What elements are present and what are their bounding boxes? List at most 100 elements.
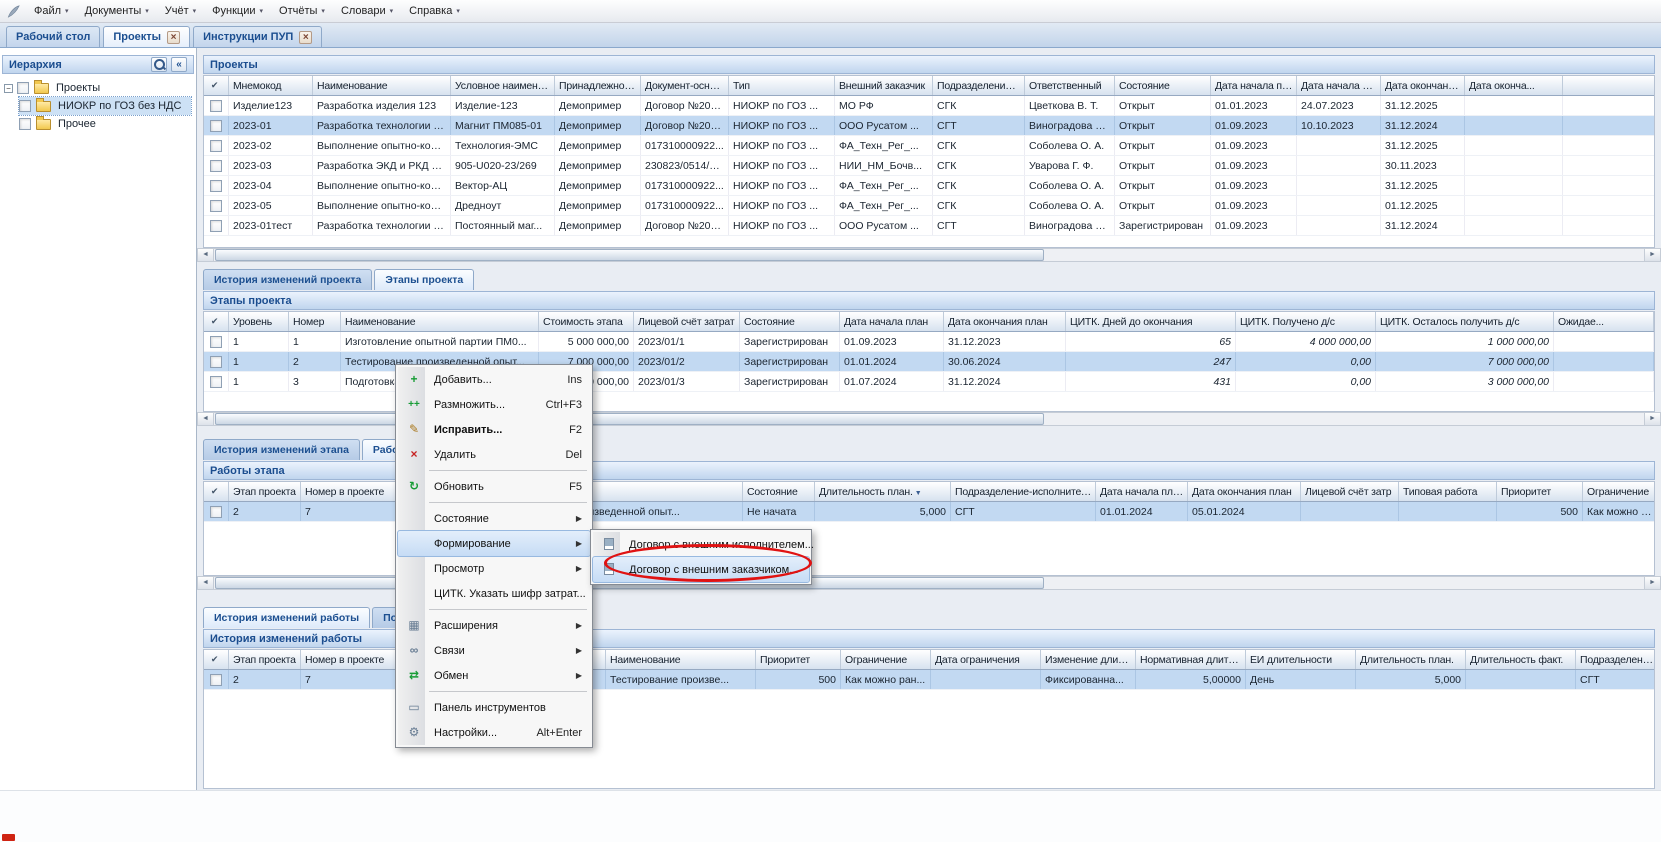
column-header[interactable]: Принадлежность — [555, 76, 641, 95]
table-row[interactable]: 2023-05Выполнение опытно-конс...Дредноут… — [204, 196, 1654, 216]
scrollbar-track[interactable] — [214, 249, 1644, 261]
column-header[interactable]: Уровень — [229, 312, 289, 331]
column-header[interactable]: Дата ограничения — [931, 650, 1041, 669]
menu-item[interactable]: ЦИТК. Указать шифр затрат... — [398, 581, 590, 606]
menubar-item[interactable]: Учёт▾ — [157, 2, 204, 20]
column-header[interactable]: Подразделение-исполнитель. — [951, 482, 1096, 501]
menubar-item[interactable]: Файл▾ — [26, 2, 77, 20]
table-row[interactable]: 2023-03Разработка ЭКД и РКД н...905-U020… — [204, 156, 1654, 176]
column-header[interactable]: Дата окончания план — [1188, 482, 1301, 501]
tree-checkbox[interactable] — [17, 82, 29, 94]
scrollbar-thumb[interactable] — [215, 249, 1044, 261]
row-checkbox[interactable] — [210, 100, 222, 112]
column-header[interactable]: Ограничение — [841, 650, 931, 669]
row-checkbox[interactable] — [210, 356, 222, 368]
column-header[interactable]: Длительность план. — [1356, 650, 1466, 669]
column-header[interactable]: Ожидае... — [1554, 312, 1654, 331]
collapse-panel-icon[interactable]: « — [171, 57, 187, 72]
column-header[interactable]: ЦИТК. Дней до окончания — [1066, 312, 1236, 331]
column-header[interactable]: Стоимость этапа — [539, 312, 634, 331]
search-icon[interactable] — [151, 57, 167, 72]
column-header[interactable]: Наименование — [341, 312, 539, 331]
scroll-right-icon[interactable]: ► — [1644, 577, 1660, 589]
window-tab[interactable]: Инструкции ПУП× — [193, 26, 322, 47]
scroll-right-icon[interactable]: ► — [1644, 413, 1660, 425]
column-header[interactable]: Номер в проекте — [301, 650, 396, 669]
menu-item[interactable]: Договор с внешним исполнителем... — [593, 532, 809, 557]
menu-item[interactable]: Просмотр▶ — [398, 556, 590, 581]
menu-item[interactable]: ×УдалитьDel — [398, 442, 590, 467]
section-tab[interactable]: История изменений работы — [203, 607, 370, 628]
column-header[interactable]: Лицевой счёт затр — [1301, 482, 1399, 501]
scroll-left-icon[interactable]: ◄ — [198, 413, 214, 425]
section-tab[interactable]: История изменений этапа — [203, 439, 360, 460]
column-header[interactable]: ЦИТК. Получено д/с — [1236, 312, 1376, 331]
menu-item[interactable]: ↻ОбновитьF5 — [398, 474, 590, 499]
tree-checkbox[interactable] — [19, 118, 31, 130]
scroll-right-icon[interactable]: ► — [1644, 249, 1660, 261]
column-header[interactable]: Дата окончания план — [944, 312, 1066, 331]
table-row[interactable]: 2023-01Разработка технологии и...Магнит … — [204, 116, 1654, 136]
scroll-left-icon[interactable]: ◄ — [198, 249, 214, 261]
row-checkbox[interactable] — [210, 376, 222, 388]
column-header[interactable]: Номер — [289, 312, 341, 331]
window-tab[interactable]: Рабочий стол — [6, 26, 100, 47]
window-tab[interactable]: Проекты× — [103, 26, 190, 47]
menu-item[interactable]: ++Размножить...Ctrl+F3 — [398, 392, 590, 417]
tree-item[interactable]: Прочее — [19, 115, 106, 133]
column-header[interactable]: Дата окончания п... — [1381, 76, 1465, 95]
menubar-item[interactable]: Функции▾ — [204, 2, 271, 20]
column-header[interactable]: Состояние — [1115, 76, 1211, 95]
menubar-item[interactable]: Словари▾ — [333, 2, 401, 20]
table-row[interactable]: 11Изготовление опытной партии ПМ0...5 00… — [204, 332, 1654, 352]
scrollbar-thumb[interactable] — [215, 413, 1044, 425]
column-header[interactable]: Изменение длительности — [1041, 650, 1136, 669]
column-header[interactable]: ЦИТК. Осталось получить д/с — [1376, 312, 1554, 331]
column-header[interactable]: Длительность факт. — [1466, 650, 1576, 669]
menu-item[interactable]: ⇄Обмен▶ — [398, 663, 590, 688]
menubar-item[interactable]: Документы▾ — [77, 2, 157, 20]
column-header[interactable]: Приоритет — [756, 650, 841, 669]
row-checkbox[interactable] — [210, 160, 222, 172]
table-row[interactable]: Изделие123Разработка изделия 123Изделие-… — [204, 96, 1654, 116]
menu-item[interactable]: ⚙Настройки...Alt+Enter — [398, 720, 590, 745]
column-header[interactable]: Наименование — [606, 650, 756, 669]
column-header[interactable]: Ограничение — [1583, 482, 1655, 501]
table-row[interactable]: 2023-04Выполнение опытно-конс...Вектор-А… — [204, 176, 1654, 196]
column-header[interactable]: Дата начала план. — [1096, 482, 1188, 501]
column-header[interactable]: Дата начала план. — [1211, 76, 1297, 95]
tree-item[interactable]: НИОКР по ГОЗ без НДС — [19, 97, 191, 115]
column-header[interactable]: Дата начала факт... — [1297, 76, 1381, 95]
menu-item[interactable]: ▦Расширения▶ — [398, 613, 590, 638]
column-header[interactable]: Подразделение-исполнитель — [1576, 650, 1655, 669]
menubar-item[interactable]: Справка▾ — [401, 2, 468, 20]
select-all-header[interactable]: ✔ — [204, 650, 229, 669]
column-header[interactable]: Нормативная длительность — [1136, 650, 1246, 669]
column-header[interactable]: Приоритет — [1497, 482, 1583, 501]
select-all-header[interactable]: ✔ — [204, 312, 229, 331]
horizontal-scrollbar[interactable]: ◄ ► — [197, 248, 1661, 262]
column-header[interactable]: Номер в проекте — [301, 482, 396, 501]
column-header[interactable]: Тип — [729, 76, 835, 95]
tree-checkbox[interactable] — [19, 100, 31, 112]
tree-item[interactable]: −Проекты — [4, 79, 110, 97]
column-header[interactable]: Внешний заказчик — [835, 76, 933, 95]
column-header[interactable]: Типовая работа — [1399, 482, 1497, 501]
menu-item[interactable]: ∞Связи▶ — [398, 638, 590, 663]
select-all-header[interactable]: ✔ — [204, 76, 229, 95]
column-header[interactable]: Лицевой счёт затрат — [634, 312, 740, 331]
menu-item[interactable]: Состояние▶ — [398, 506, 590, 531]
menu-item[interactable]: Договор с внешним заказчиком... — [593, 557, 809, 582]
row-checkbox[interactable] — [210, 200, 222, 212]
menubar-item[interactable]: Отчёты▾ — [271, 2, 333, 20]
column-header[interactable]: Условное наименова... — [451, 76, 555, 95]
column-header[interactable]: Длительность план.▼ — [815, 482, 951, 501]
row-checkbox[interactable] — [210, 336, 222, 348]
row-checkbox[interactable] — [210, 180, 222, 192]
row-checkbox[interactable] — [210, 674, 222, 686]
column-header[interactable]: Документ-основан... — [641, 76, 729, 95]
close-icon[interactable]: × — [167, 31, 180, 44]
column-header[interactable]: Подразделение-от... — [933, 76, 1025, 95]
column-header[interactable]: Состояние — [743, 482, 815, 501]
row-checkbox[interactable] — [210, 140, 222, 152]
